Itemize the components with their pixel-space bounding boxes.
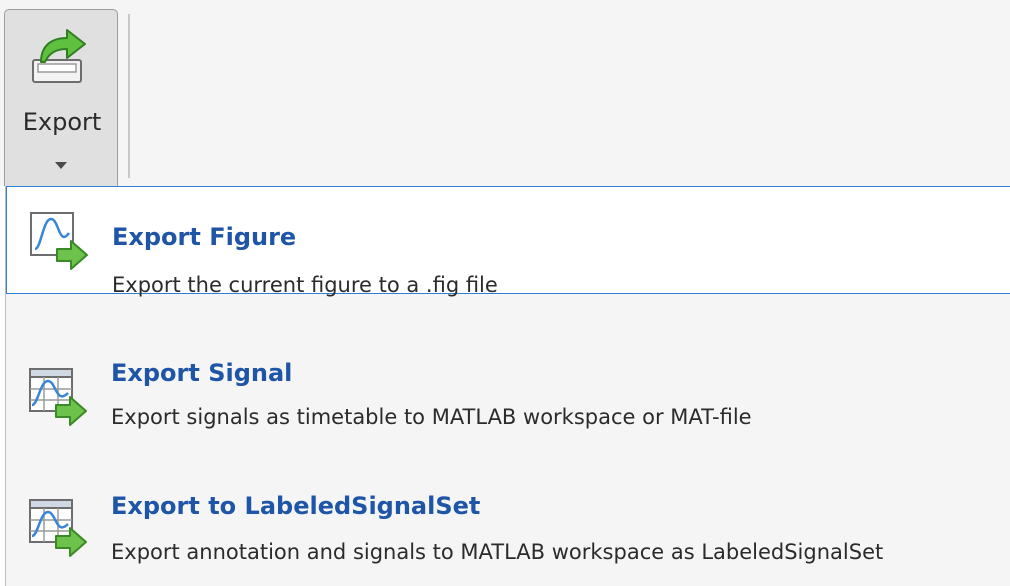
menu-item-description: Export signals as timetable to MATLAB wo… [111, 405, 752, 429]
menu-item-export-labeled-signal-set[interactable]: Export to LabeledSignalSet Export annota… [6, 464, 1010, 586]
menu-item-description: Export the current figure to a .fig file [112, 273, 498, 297]
toolstrip-divider [128, 14, 130, 178]
menu-item-export-signal[interactable]: Export Signal Export signals as timetabl… [6, 327, 1010, 447]
export-figure-icon [30, 212, 88, 270]
export-menu: Export Figure Export the current figure … [5, 186, 1010, 586]
menu-item-description: Export annotation and signals to MATLAB … [111, 540, 884, 564]
export-signal-icon [29, 368, 87, 426]
export-labeled-signal-set-icon [29, 499, 87, 557]
menu-item-title: Export to LabeledSignalSet [111, 492, 481, 520]
chevron-down-icon [55, 162, 67, 169]
export-button[interactable]: Export [4, 9, 118, 186]
export-ui: Export Export Figure Export the current … [0, 0, 1010, 586]
menu-item-title: Export Signal [111, 359, 293, 387]
menu-item-export-figure[interactable]: Export Figure Export the current figure … [6, 186, 1010, 297]
export-button-label: Export [22, 108, 102, 136]
export-arrow-icon [32, 29, 86, 83]
toolstrip: Export [0, 0, 1010, 186]
menu-item-title: Export Figure [112, 223, 297, 251]
